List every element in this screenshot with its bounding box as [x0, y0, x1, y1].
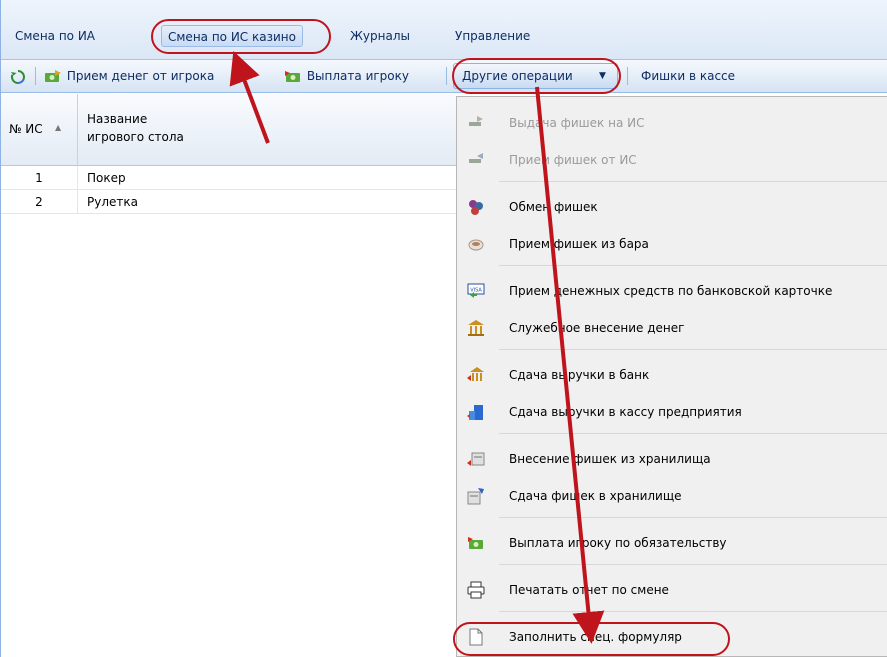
document-icon [469, 628, 483, 646]
toolbar-separator [446, 67, 447, 85]
menu-separator [499, 181, 887, 182]
chips-from-table-icon [469, 153, 483, 163]
printer-icon [467, 581, 485, 599]
bar-cup-icon [468, 239, 484, 251]
tab-shift-ia[interactable]: Смена по ИА [15, 25, 95, 47]
cell-name: Покер [87, 171, 126, 185]
menu-item-print-report[interactable]: Печатать отчет по смене [457, 572, 887, 609]
chips-exchange-icon [469, 200, 483, 215]
menu-item-bank-card[interactable]: VISA Прием денежных средств по банковско… [457, 273, 887, 310]
cell-name: Рулетка [87, 195, 138, 209]
column-name-line1: Название [87, 112, 148, 126]
sort-asc-icon[interactable]: ▲ [55, 123, 61, 132]
menu-item-chips-to-table[interactable]: Выдача фишек на ИС [457, 105, 887, 142]
menu-item-fill-special-form[interactable]: Заполнить спец. формуляр [457, 619, 887, 656]
menu-item-chips-from-table[interactable]: Прием фишек от ИС [457, 142, 887, 179]
money-receive-icon [45, 69, 61, 82]
table-row[interactable]: 2 Рулетка [1, 190, 456, 214]
visa-card-icon: VISA [467, 283, 485, 298]
pay-player-label: Выплата игроку [306, 69, 409, 83]
menu-separator [499, 517, 887, 518]
column-name-line2: игрового стола [87, 130, 184, 144]
menu-separator [499, 564, 887, 565]
menu-item-chips-from-storage[interactable]: Внесение фишек из хранилища [457, 441, 887, 478]
menu-separator [499, 265, 887, 266]
receive-money-label: Прием денег от игрока [66, 69, 215, 83]
chevron-down-icon: ▼ [599, 71, 606, 81]
chips-in-cash-button[interactable]: Фишки в кассе [641, 65, 735, 87]
other-operations-button[interactable]: Другие операции ▼ [453, 63, 618, 89]
toolbar: Прием денег от игрока Выплата игроку Дру… [1, 60, 887, 93]
tab-shift-casino[interactable]: Смена по ИС казино [161, 25, 303, 47]
table-row[interactable]: 1 Покер [1, 166, 456, 190]
menu-item-pay-obligation[interactable]: Выплата игроку по обязательству [457, 525, 887, 562]
column-num-label: № ИС [9, 122, 43, 136]
main-menu-bar: Смена по ИА Смена по ИС казино Журналы У… [1, 0, 887, 60]
other-operations-menu: Выдача фишек на ИС Прием фишек от ИС Обм… [456, 96, 887, 657]
pay-player-button[interactable]: Выплата игроку [283, 65, 409, 87]
menu-separator [499, 611, 887, 612]
grid-body [1, 166, 456, 657]
cell-num: 1 [1, 166, 78, 190]
tab-management[interactable]: Управление [455, 25, 530, 47]
chips-to-table-icon [469, 116, 483, 126]
menu-item-service-deposit[interactable]: Служебное внесение денег [457, 310, 887, 347]
refresh-icon[interactable] [9, 65, 27, 87]
tab-journals[interactable]: Журналы [350, 25, 410, 47]
toolbar-separator [35, 67, 36, 85]
storage-out-icon [467, 488, 484, 505]
money-pay-icon [285, 70, 300, 82]
menu-separator [499, 349, 887, 350]
receive-money-button[interactable]: Прием денег от игрока [43, 65, 214, 87]
menu-separator [499, 433, 887, 434]
bank-building-icon [468, 320, 484, 336]
svg-text:VISA: VISA [470, 288, 482, 294]
money-pay-icon [468, 537, 483, 549]
bank-deposit-icon [467, 367, 484, 381]
other-operations-label: Другие операции [462, 69, 573, 83]
office-building-icon [467, 405, 483, 420]
toolbar-separator [627, 67, 628, 85]
cell-num: 2 [1, 190, 78, 214]
menu-item-revenue-to-office[interactable]: Сдача выручки в кассу предприятия [457, 394, 887, 431]
column-header-num[interactable]: № ИС ▲ [1, 94, 78, 166]
grid-header: № ИС ▲ Название игрового стола [1, 94, 456, 166]
menu-item-chips-from-bar[interactable]: Прием фишек из бара [457, 226, 887, 263]
menu-item-chips-exchange[interactable]: Обмен фишек [457, 189, 887, 226]
menu-item-chips-to-storage[interactable]: Сдача фишек в хранилище [457, 478, 887, 515]
storage-in-icon [467, 452, 485, 466]
menu-item-revenue-to-bank[interactable]: Сдача выручки в банк [457, 357, 887, 394]
